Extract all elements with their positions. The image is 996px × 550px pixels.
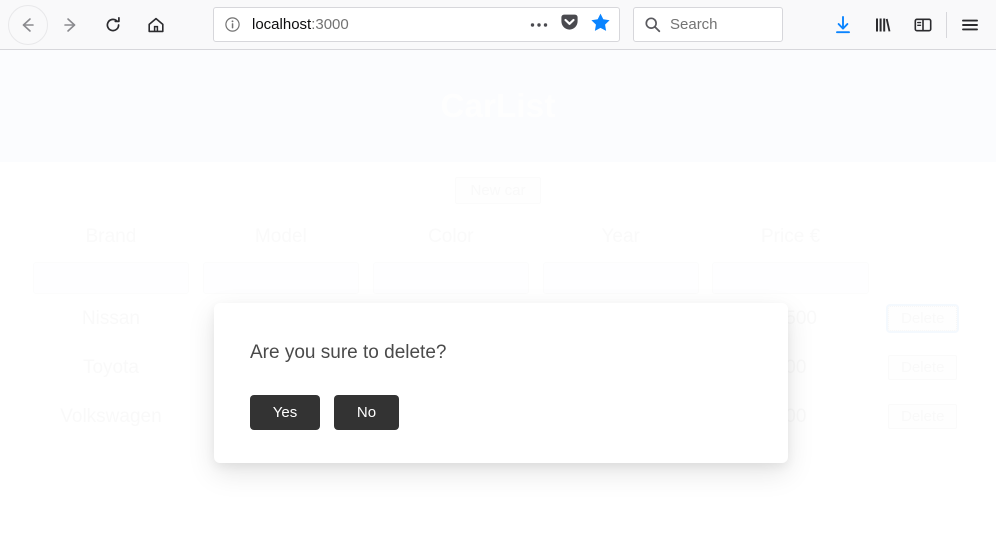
delete-confirm-dialog: Are you sure to delete? Yes No bbox=[214, 303, 788, 463]
toolbar-right-group bbox=[823, 0, 996, 50]
library-icon bbox=[876, 18, 891, 32]
sidebar-icon bbox=[914, 18, 932, 32]
url-port: :3000 bbox=[311, 16, 349, 33]
toolbar-divider bbox=[946, 12, 947, 38]
pocket-icon[interactable] bbox=[559, 12, 580, 38]
modal-overlay[interactable] bbox=[0, 50, 996, 550]
browser-search-bar[interactable]: Search bbox=[633, 7, 783, 42]
library-button[interactable] bbox=[863, 8, 903, 42]
urlbar-actions bbox=[529, 12, 611, 38]
dialog-message: Are you sure to delete? bbox=[250, 342, 447, 363]
search-placeholder: Search bbox=[670, 16, 718, 33]
reload-icon bbox=[106, 16, 120, 31]
confirm-no-button[interactable]: No bbox=[334, 395, 399, 430]
confirm-yes-button[interactable]: Yes bbox=[250, 395, 320, 430]
url-bar[interactable]: localhost:3000 bbox=[213, 7, 620, 42]
url-text: localhost:3000 bbox=[252, 16, 349, 33]
search-icon bbox=[644, 16, 661, 33]
app-menu-button[interactable] bbox=[950, 8, 990, 42]
url-host: localhost bbox=[252, 16, 312, 33]
reload-button[interactable] bbox=[96, 8, 130, 42]
sidebar-button[interactable] bbox=[903, 8, 943, 42]
forward-arrow-icon bbox=[64, 17, 76, 32]
back-button[interactable] bbox=[8, 4, 48, 45]
dialog-actions: Yes No bbox=[250, 395, 399, 430]
star-icon[interactable] bbox=[590, 12, 611, 38]
home-button[interactable] bbox=[139, 8, 173, 42]
back-arrow-icon bbox=[22, 17, 34, 32]
hamburger-menu-icon bbox=[962, 19, 978, 31]
forward-button[interactable] bbox=[53, 8, 87, 42]
downloads-button[interactable] bbox=[823, 8, 863, 42]
ellipsis-icon[interactable] bbox=[529, 16, 549, 34]
home-icon bbox=[148, 17, 164, 32]
download-arrow-icon bbox=[836, 16, 850, 34]
page-info-icon[interactable] bbox=[224, 16, 241, 33]
browser-toolbar: localhost:3000 Search bbox=[0, 0, 996, 50]
